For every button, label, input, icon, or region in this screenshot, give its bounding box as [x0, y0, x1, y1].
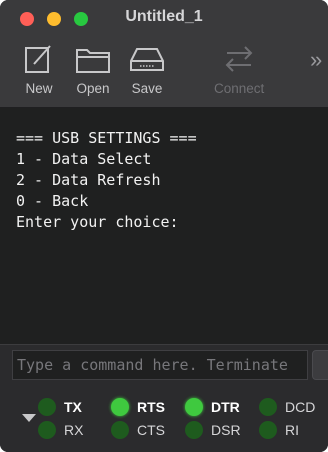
connect-arrows-icon [225, 46, 253, 72]
dsr-led-indicator [185, 421, 203, 439]
terminal-line: 2 - Data Refresh [16, 171, 161, 189]
signal-rts[interactable]: RTS [111, 398, 165, 416]
new-label: New [25, 81, 53, 96]
rx-led-indicator [38, 421, 56, 439]
signal-label: RX [64, 422, 84, 438]
signal-ri: RI [259, 421, 299, 439]
signal-label: DCD [285, 399, 316, 415]
window-title: Untitled_1 [125, 8, 203, 25]
terminal-output[interactable]: === USB SETTINGS === 1 - Data Select 2 - D… [0, 108, 328, 344]
signal-label: DTR [211, 399, 240, 415]
signal-dtr[interactable]: DTR [185, 398, 240, 416]
tx-led-indicator [38, 398, 56, 416]
signal-rx: RX [38, 421, 83, 439]
terminal-line: === USB SETTINGS === [16, 129, 197, 147]
signal-cts: CTS [111, 421, 165, 439]
serial-terminal-window: Untitled_1 New Open Save Connect » === U… [0, 0, 328, 452]
save-button[interactable]: Save [128, 40, 166, 96]
save-label: Save [131, 81, 163, 96]
new-document-icon [25, 45, 51, 73]
open-label: Open [76, 81, 110, 96]
disclosure-triangle-icon[interactable] [22, 414, 36, 422]
terminal-line: 0 - Back [16, 192, 89, 210]
signal-label: RTS [137, 399, 165, 415]
dcd-led-indicator [259, 398, 277, 416]
signal-tx: TX [38, 398, 82, 416]
open-button[interactable]: Open [74, 40, 112, 96]
send-options-button[interactable] [312, 350, 328, 380]
signal-panel: TX RX RTS CTS DTR DSR DCD RI [0, 384, 328, 452]
titlebar: Untitled_1 New Open Save Connect » [0, 0, 328, 108]
terminal-line: 1 - Data Select [16, 150, 152, 168]
signal-label: TX [64, 399, 82, 415]
signal-dsr: DSR [185, 421, 241, 439]
dtr-led-indicator [185, 398, 203, 416]
command-row [0, 344, 328, 384]
toolbar-overflow-icon[interactable]: » [310, 48, 328, 72]
connect-label: Connect [214, 81, 265, 96]
folder-icon [76, 49, 110, 73]
cts-led-indicator [111, 421, 129, 439]
command-input[interactable] [12, 350, 308, 380]
ri-led-indicator [259, 421, 277, 439]
signal-label: RI [285, 422, 299, 438]
signal-label: CTS [137, 422, 165, 438]
new-button[interactable]: New [20, 40, 58, 96]
terminal-line: Enter your choice: [16, 213, 179, 231]
disk-drive-icon [130, 48, 164, 71]
connect-button[interactable]: Connect [214, 40, 264, 96]
signal-dcd: DCD [259, 398, 315, 416]
rts-led-indicator [111, 398, 129, 416]
signal-label: DSR [211, 422, 241, 438]
